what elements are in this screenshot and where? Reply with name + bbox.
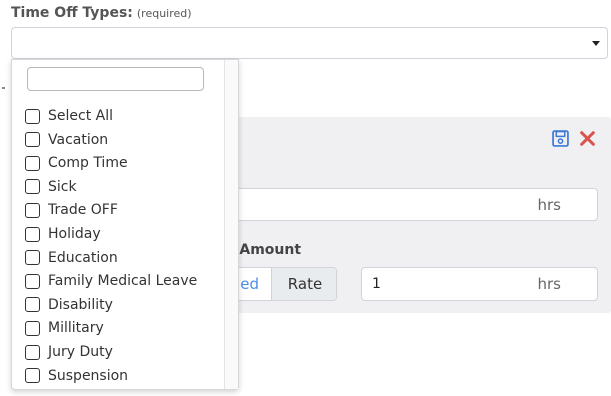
dropdown-option[interactable]: Comp Time	[25, 153, 128, 173]
dropdown-option[interactable]: Trade OFF	[25, 200, 118, 220]
checkbox[interactable]	[25, 320, 40, 336]
dropdown-option[interactable]: Education	[25, 248, 118, 268]
checkbox[interactable]	[25, 155, 40, 171]
hours-unit: hrs	[537, 196, 562, 214]
time-off-types-dropdown: Select All Vacation Comp Time Sick Trade OFF…	[11, 59, 239, 390]
dropdown-option[interactable]: Holiday	[25, 224, 101, 244]
dropdown-search-input[interactable]	[27, 67, 204, 91]
option-label: Millitary	[48, 320, 104, 337]
dropdown-option[interactable]: Millitary	[25, 318, 104, 338]
dropdown-option[interactable]: Disability	[25, 295, 113, 315]
dropdown-option[interactable]: Jury Duty	[25, 342, 113, 362]
caret-down-icon	[592, 41, 600, 46]
option-label: Trade OFF	[48, 202, 118, 219]
save-icon[interactable]	[552, 130, 569, 147]
checkbox[interactable]	[25, 250, 40, 266]
toggle-rate-option[interactable]: Rate	[271, 268, 336, 300]
hidden-label-fragment	[2, 87, 5, 89]
option-label: Sick	[48, 178, 77, 195]
checkbox[interactable]	[25, 226, 40, 242]
checkbox[interactable]	[25, 297, 40, 313]
dropdown-scrollbar[interactable]	[224, 60, 238, 389]
option-label: Suspension	[48, 367, 129, 384]
dropdown-option[interactable]: Family Medical Leave	[25, 271, 197, 291]
hours-input[interactable]: hrs	[200, 188, 598, 221]
checkbox[interactable]	[25, 273, 40, 289]
amount-value: 1	[372, 276, 381, 292]
checkbox[interactable]	[25, 132, 40, 148]
option-label: Select All	[48, 108, 113, 124]
amount-unit: hrs	[537, 275, 562, 293]
option-label: Holiday	[48, 226, 101, 242]
time-off-types-label: Time Off Types: (required)	[11, 5, 192, 21]
required-note: (required)	[136, 7, 192, 20]
time-off-types-select[interactable]	[11, 27, 608, 59]
dropdown-option[interactable]: Vacation	[25, 130, 108, 150]
option-label: Jury Duty	[48, 344, 113, 360]
label-text: Time Off Types:	[11, 5, 133, 21]
dropdown-option[interactable]: Select All	[25, 106, 113, 126]
amount-input[interactable]: 1 hrs	[361, 267, 598, 301]
dropdown-option[interactable]: Suspension	[25, 366, 128, 386]
option-label: Family Medical Leave	[48, 273, 198, 290]
close-icon[interactable]	[579, 130, 596, 147]
option-label: Comp Time	[48, 155, 128, 172]
checkbox[interactable]	[25, 368, 40, 384]
checkbox[interactable]	[25, 108, 40, 124]
checkbox[interactable]	[25, 344, 40, 360]
dropdown-option[interactable]: Sick	[25, 177, 77, 197]
checkbox[interactable]	[25, 179, 40, 195]
option-label: Disability	[48, 296, 113, 313]
option-label: Vacation	[48, 131, 109, 148]
option-label: Education	[48, 249, 118, 266]
checkbox[interactable]	[25, 202, 40, 218]
